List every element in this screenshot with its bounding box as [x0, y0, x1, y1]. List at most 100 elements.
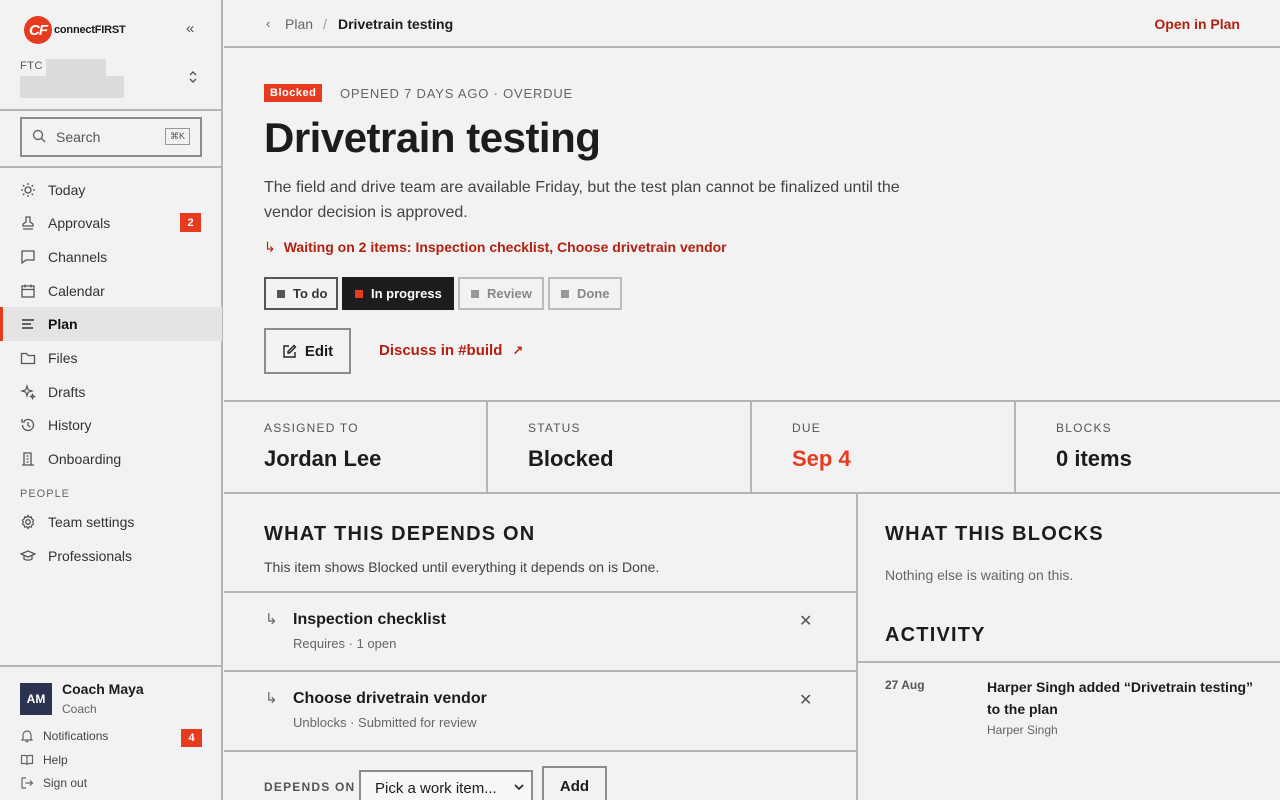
team-subtitle-redacted [20, 76, 124, 98]
brand-name: connectFIRST [54, 24, 126, 36]
activity-divider [858, 661, 1280, 663]
sidebar-item-plan[interactable]: Plan [0, 307, 222, 341]
activity-text: Harper Singh added “Drivetrain testing” … [987, 679, 1254, 717]
edit-button[interactable]: Edit [264, 328, 351, 374]
help-label: Help [43, 753, 68, 767]
sidebar-item-label: Drafts [48, 384, 86, 400]
activity-heading: ACTIVITY [885, 624, 986, 646]
list-item[interactable]: ↳ Choose drivetrain vendor Unblocks · Su… [224, 670, 856, 750]
gear-icon [20, 514, 36, 530]
stat-label: STATUS [528, 421, 581, 435]
status-badge: Blocked [264, 84, 323, 102]
breadcrumb-separator: / [323, 16, 327, 32]
stat-label: DUE [792, 421, 821, 435]
remove-dependency-close-icon[interactable]: ✕ [799, 690, 812, 710]
stat-value: Blocked [528, 446, 614, 471]
state-label: Done [577, 286, 610, 301]
collapse-sidebar-icon[interactable]: « [186, 20, 194, 37]
stat-value: Jordan Lee [264, 446, 382, 471]
calendar-icon [20, 283, 36, 299]
search-placeholder: Search [56, 129, 101, 145]
breadcrumb-plan-link[interactable]: Plan [285, 16, 313, 32]
blocks-heading: WHAT THIS BLOCKS [885, 523, 1104, 545]
sidebar-item-label: Plan [48, 316, 78, 332]
sidebar-item-label: Today [48, 182, 86, 198]
logo-mark: CF [24, 16, 52, 44]
sparkle-icon [20, 384, 36, 400]
state-done-button[interactable]: Done [548, 277, 622, 310]
notifications-link[interactable]: Notifications [20, 729, 108, 743]
book-icon [20, 753, 34, 767]
edit-icon [282, 344, 297, 359]
stat-assigned: ASSIGNED TO Jordan Lee [224, 402, 488, 492]
activity-author: Harper Singh [987, 723, 1058, 737]
list-icon [20, 316, 36, 332]
sidebar-item-drafts[interactable]: Drafts [0, 375, 222, 409]
state-label: In progress [371, 286, 442, 301]
arrow-return-icon: ↳ [264, 239, 276, 255]
sidebar-item-today[interactable]: Today [0, 173, 222, 207]
work-item-select[interactable]: Pick a work item... [359, 770, 533, 800]
notifications-label: Notifications [43, 729, 109, 743]
search-input[interactable]: Search ⌘K [20, 117, 202, 157]
brand-logo[interactable]: CF connectFIRST [24, 16, 126, 44]
sidebar-item-label: Channels [48, 249, 108, 265]
sidebar-item-label: Team settings [48, 514, 135, 530]
graduation-icon [20, 548, 36, 564]
sidebar-item-professionals[interactable]: Professionals [0, 539, 222, 573]
add-dependency-button[interactable]: Add [542, 766, 607, 800]
chevron-down-icon [513, 781, 525, 793]
history-icon [20, 417, 36, 433]
team-label: FTC [20, 60, 43, 72]
approvals-count-badge: 2 [180, 213, 201, 232]
list-item[interactable]: ↳ Inspection checklist Requires · 1 open… [224, 591, 856, 671]
blocks-empty-text: Nothing else is waiting on this. [885, 567, 1074, 583]
arrow-return-icon: ↳ [265, 611, 278, 628]
stat-due: DUE Sep 4 [752, 402, 1016, 492]
sidebar-item-calendar[interactable]: Calendar [0, 274, 222, 308]
state-square-icon [561, 289, 569, 298]
state-in-progress-button[interactable]: In progress [342, 277, 454, 310]
state-todo-button[interactable]: To do [264, 277, 338, 310]
state-square-icon [355, 289, 363, 298]
sign-out-link[interactable]: Sign out [20, 776, 87, 790]
stat-blocks: BLOCKS 0 items [1016, 402, 1280, 492]
depends-heading: WHAT THIS DEPENDS ON [264, 523, 536, 545]
stat-label: BLOCKS [1056, 421, 1112, 435]
team-switcher-chevron-icon[interactable] [188, 70, 198, 84]
select-value: Pick a work item... [375, 779, 497, 797]
sidebar-item-files[interactable]: Files [0, 341, 222, 375]
sidebar-item-history[interactable]: History [0, 408, 222, 442]
add-dependency-form: DEPENDS ON Pick a work item... Add [224, 750, 856, 800]
help-link[interactable]: Help [20, 753, 68, 767]
discuss-link[interactable]: Discuss in #build ↗ [379, 342, 523, 359]
activity-date: 27 Aug [885, 678, 925, 692]
state-square-icon [277, 289, 285, 298]
search-shortcut: ⌘K [164, 128, 190, 145]
search-icon [32, 129, 48, 145]
state-label: To do [293, 286, 328, 301]
team-name-redacted [46, 59, 106, 77]
remove-dependency-close-icon[interactable]: ✕ [799, 611, 812, 631]
blocks-panel: WHAT THIS BLOCKS Nothing else is waiting… [858, 494, 1280, 800]
sidebar-item-label: Approvals [48, 215, 111, 231]
sidebar-item-label: Calendar [48, 283, 105, 299]
avatar[interactable]: AM [20, 683, 52, 715]
sidebar-item-team-settings[interactable]: Team settings [0, 505, 222, 539]
item-header: Blocked OPENED 7 DAYS AGO · OVERDUE Driv… [224, 50, 1280, 400]
stat-label: ASSIGNED TO [264, 421, 359, 435]
sidebar-item-approvals[interactable]: Approvals 2 [0, 206, 222, 240]
user-role: Coach [62, 702, 97, 716]
item-meta: OPENED 7 DAYS AGO · OVERDUE [340, 86, 574, 101]
waiting-notice: ↳ Waiting on 2 items: Inspection checklis… [264, 239, 727, 256]
state-review-button[interactable]: Review [458, 277, 544, 310]
open-in-plan-link[interactable]: Open in Plan [1154, 16, 1240, 32]
sidebar-item-channels[interactable]: Channels [0, 240, 222, 274]
waiting-text: Waiting on 2 items: Inspection checklist… [283, 239, 727, 255]
breadcrumb-current: Drivetrain testing [338, 16, 454, 32]
back-chevron-icon[interactable]: ‹ [266, 16, 270, 31]
dependency-meta: Requires · 1 open [293, 636, 397, 651]
sidebar-divider [0, 109, 222, 111]
dependency-meta: Unblocks · Submitted for review [293, 715, 477, 730]
sidebar-item-onboarding[interactable]: Onboarding [0, 442, 222, 476]
